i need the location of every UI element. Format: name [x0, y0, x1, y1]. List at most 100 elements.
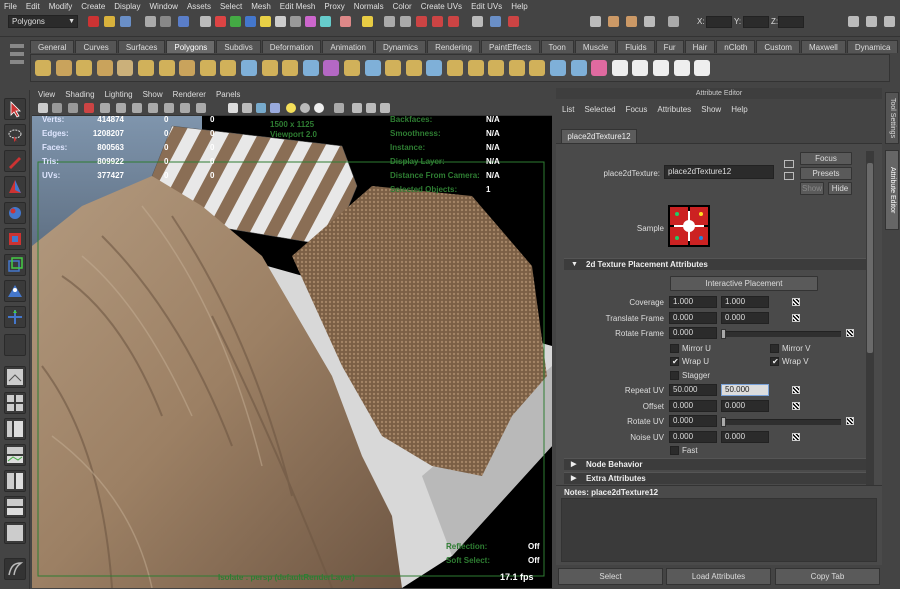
repeat-v-field[interactable]: 50.000: [721, 384, 769, 396]
render-frame-icon[interactable]: [608, 16, 619, 27]
repeat-uv-map-button-icon[interactable]: [792, 386, 800, 394]
rotate-frame-slider-knob[interactable]: [721, 329, 726, 339]
snap-point-icon[interactable]: [416, 16, 427, 27]
wrap-u-checkbox[interactable]: ✔: [670, 357, 679, 366]
history-icon[interactable]: [472, 16, 483, 27]
lock-selection-icon[interactable]: [340, 16, 351, 27]
wireframe-icon[interactable]: [228, 103, 238, 113]
shelf-tab-fur[interactable]: Fur: [655, 40, 684, 53]
shelf-smooth-icon[interactable]: [323, 60, 340, 76]
highlight-selection-icon[interactable]: [362, 16, 373, 27]
menu-edit-mesh[interactable]: Edit Mesh: [280, 2, 316, 11]
rotate-uv-slider-knob[interactable]: [721, 417, 726, 427]
select-button[interactable]: Select: [558, 568, 663, 585]
shelf-tab-animation[interactable]: Animation: [322, 40, 374, 53]
layout-single-icon[interactable]: [4, 366, 26, 388]
shelf-tab-painteffects[interactable]: PaintEffects: [480, 40, 540, 53]
ae-menu-show[interactable]: Show: [701, 105, 721, 114]
menu-edit[interactable]: Edit: [26, 2, 40, 11]
section-node-behavior[interactable]: ▶ Node Behavior: [564, 458, 870, 470]
node-name-field[interactable]: place2dTexture12: [664, 165, 774, 179]
hide-button[interactable]: Hide: [828, 182, 852, 195]
menu-create[interactable]: Create: [81, 2, 105, 11]
layout-script-icon[interactable]: [4, 496, 26, 518]
shelf-combine-icon[interactable]: [282, 60, 299, 76]
high-quality-icon[interactable]: [314, 103, 324, 113]
menu-select[interactable]: Select: [220, 2, 242, 11]
last-tool-icon[interactable]: [4, 334, 26, 356]
ae-menu-focus[interactable]: Focus: [626, 105, 648, 114]
image-plane-icon[interactable]: [84, 103, 94, 113]
shelf-tab-polygons[interactable]: Polygons: [166, 40, 216, 53]
mask-deform-icon[interactable]: [275, 16, 286, 27]
shelf-prism-icon[interactable]: [158, 60, 175, 76]
film-gate-icon[interactable]: [116, 103, 126, 113]
use-all-lights-icon[interactable]: [286, 103, 296, 113]
shelf-separate-icon[interactable]: [302, 60, 319, 76]
offset-u-field[interactable]: 0.000: [669, 400, 717, 412]
camera-attributes-icon[interactable]: [52, 103, 62, 113]
lasso-tool-icon[interactable]: [4, 124, 26, 146]
shelf-bridge-icon[interactable]: [529, 60, 546, 76]
viewport-menu-panels[interactable]: Panels: [216, 90, 240, 99]
toggle-sidebar-icon[interactable]: [848, 16, 859, 27]
noise-uv-map-button-icon[interactable]: [792, 433, 800, 441]
shelf-cylindrical-map-icon[interactable]: [632, 60, 649, 76]
fast-checkbox[interactable]: [670, 446, 679, 455]
shelf-automatic-map-icon[interactable]: [673, 60, 690, 76]
mirror-u-checkbox[interactable]: [670, 344, 679, 353]
shelf-wedge-icon[interactable]: [591, 60, 608, 76]
shelf-bevel-icon[interactable]: [550, 60, 566, 76]
section-2d-texture-placement[interactable]: ▼ 2d Texture Placement Attributes: [564, 258, 870, 270]
shelf-uv-editor-icon[interactable]: [694, 60, 711, 76]
shelf-cube-icon[interactable]: [55, 60, 72, 76]
mask-joint-icon[interactable]: [230, 16, 241, 27]
shelf-platonic-icon[interactable]: [261, 60, 278, 76]
bookmark-icon[interactable]: [68, 103, 78, 113]
notes-textarea[interactable]: [561, 498, 877, 562]
safe-title-icon[interactable]: [196, 103, 206, 113]
universal-manipulator-icon[interactable]: [4, 254, 26, 276]
show-button[interactable]: Show: [800, 182, 824, 195]
layout-outliner-icon[interactable]: [4, 418, 26, 440]
wrap-v-checkbox[interactable]: ✔: [770, 357, 779, 366]
offset-map-button-icon[interactable]: [792, 402, 800, 410]
shelf-insert-edge-loop-icon[interactable]: [467, 60, 484, 76]
select-object-icon[interactable]: [160, 16, 171, 27]
ae-menu-help[interactable]: Help: [731, 105, 747, 114]
shelf-plane-icon[interactable]: [117, 60, 134, 76]
select-hierarchy-icon[interactable]: [145, 16, 156, 27]
coverage-map-button-icon[interactable]: [792, 298, 800, 306]
layout-four-icon[interactable]: [4, 392, 26, 414]
menu-edit-uvs[interactable]: Edit UVs: [471, 2, 502, 11]
rotate-frame-map-button-icon[interactable]: [846, 329, 854, 337]
shelf-split-icon[interactable]: [447, 60, 463, 76]
attribute-scrollbar[interactable]: [866, 151, 874, 485]
noise-u-field[interactable]: 0.000: [669, 431, 717, 443]
shelf-cylinder-icon[interactable]: [76, 60, 93, 76]
textured-icon[interactable]: [270, 103, 280, 113]
z-field[interactable]: [778, 16, 804, 28]
rotate-frame-slider[interactable]: [721, 329, 841, 339]
shelf-soccer-ball-icon[interactable]: [241, 60, 257, 76]
shelf-append-icon[interactable]: [426, 60, 443, 76]
shelf-tab-fluids[interactable]: Fluids: [617, 40, 655, 53]
shelf-mirror-icon[interactable]: [385, 60, 402, 76]
menu-create-uvs[interactable]: Create UVs: [421, 2, 462, 11]
ipr-render-icon[interactable]: [626, 16, 637, 27]
paint-select-tool-icon[interactable]: [4, 150, 26, 172]
x-field[interactable]: [706, 16, 732, 28]
shelf-tab-hair[interactable]: Hair: [684, 40, 716, 53]
snap-curve-icon[interactable]: [400, 16, 411, 27]
shelf-pipe-icon[interactable]: [199, 60, 216, 76]
shelf-offset-edge-loop-icon[interactable]: [488, 60, 505, 76]
repeat-u-field[interactable]: 50.000: [669, 384, 717, 396]
menu-assets[interactable]: Assets: [187, 2, 211, 11]
select-tool-icon[interactable]: [4, 98, 26, 120]
section-extra-attributes[interactable]: ▶ Extra Attributes: [564, 472, 870, 484]
shelf-tab-toon[interactable]: Toon: [540, 40, 574, 53]
scrollbar-thumb[interactable]: [867, 163, 873, 353]
viewport-menu-shading[interactable]: Shading: [65, 90, 94, 99]
shelf-tab-deformation[interactable]: Deformation: [261, 40, 322, 53]
xray-components-icon[interactable]: [380, 103, 390, 113]
